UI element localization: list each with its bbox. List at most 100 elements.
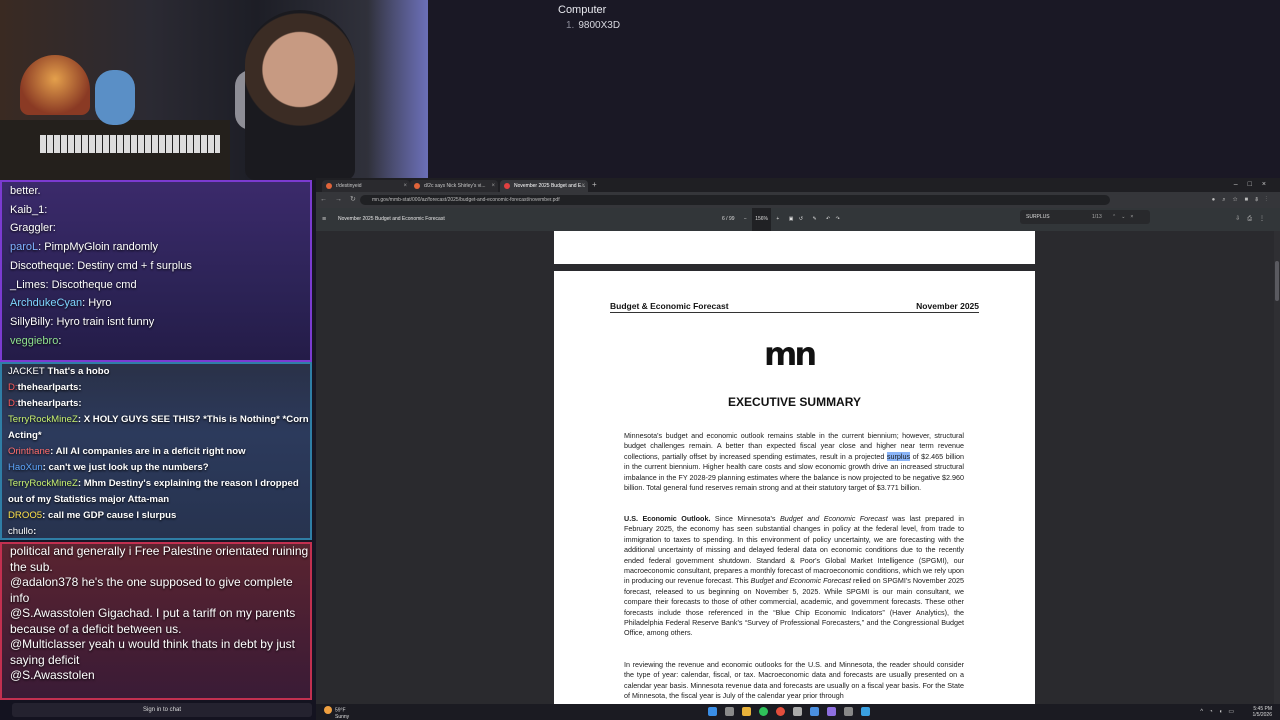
chat-panel-2[interactable]: JACKET That's a hobo D:thehearlparts: D:th… xyxy=(0,362,312,540)
weather-widget[interactable]: 59°F Sunny xyxy=(324,706,349,720)
chat-username[interactable]: Orinthane xyxy=(8,446,50,457)
chat-username[interactable]: Kaib_1 xyxy=(10,204,44,216)
draw-icon[interactable]: ✎ xyxy=(812,216,816,222)
chat-username[interactable]: paroL xyxy=(10,241,38,253)
chat-text: better. xyxy=(10,185,41,197)
chat-text: : call me GDP cause I slurpus xyxy=(42,510,177,521)
browser-window: r/destinyeid × d/2c says Nick Shirley's … xyxy=(316,178,1280,704)
back-icon[interactable]: ← xyxy=(320,196,335,203)
chat-username[interactable]: TerryRockMineZ xyxy=(8,414,78,425)
pdf-viewer[interactable]: Budget & Economic Forecast November 2025… xyxy=(316,231,1280,704)
p2-text-c: relied on SPGMI's November 2025 forecast… xyxy=(624,576,964,638)
settings-icon[interactable] xyxy=(793,707,802,716)
chat-username[interactable]: @Multiclasser xyxy=(10,637,86,651)
close-icon[interactable]: × xyxy=(403,180,407,192)
paragraph-3: In reviewing the revenue and economic ou… xyxy=(624,660,964,701)
minimize-icon[interactable]: – xyxy=(1234,181,1248,188)
chat-panel-3[interactable]: political and generally i Free Palestine… xyxy=(0,542,312,700)
header-left: Budget & Economic Forecast xyxy=(610,301,729,311)
chat-username[interactable]: TerryRockMineZ xyxy=(8,478,78,489)
network-icon[interactable]: ◔ xyxy=(1209,709,1219,715)
close-window-icon[interactable]: × xyxy=(1262,181,1276,188)
sidebar-menu-icon[interactable]: ≡ xyxy=(322,208,326,231)
volume-icon[interactable]: ◖ xyxy=(1219,709,1229,715)
task-view-icon[interactable] xyxy=(725,707,734,716)
bookmark-icon[interactable]: ☆ xyxy=(1233,197,1245,203)
scroll-thumb[interactable] xyxy=(1275,261,1279,301)
app-icon[interactable] xyxy=(810,707,819,716)
scrollbar[interactable] xyxy=(1274,231,1280,704)
redo-icon[interactable]: ↷ xyxy=(836,216,840,222)
forward-icon[interactable]: → xyxy=(335,196,350,203)
chat-footer: Sign in to chat xyxy=(0,700,316,720)
extension-icon[interactable]: ■ xyxy=(1244,197,1255,203)
minnesota-logo: mn xyxy=(764,335,817,373)
menu-icon[interactable]: ⋮ xyxy=(1265,197,1274,203)
chat-username[interactable]: ArchdukeCyan xyxy=(10,297,82,309)
chat-username[interactable]: HaoXun xyxy=(8,462,43,473)
chat-username[interactable]: D: xyxy=(8,382,18,393)
find-close-icon[interactable]: × xyxy=(1130,214,1138,220)
undo-icon[interactable]: ↶ xyxy=(826,216,830,222)
print-icon[interactable]: ⎙ xyxy=(1247,216,1259,222)
page-number-input[interactable]: 6 xyxy=(722,216,725,222)
app-icon[interactable] xyxy=(844,707,853,716)
figurine xyxy=(95,70,135,125)
chat-username[interactable]: Graggler xyxy=(10,222,53,234)
chat-username[interactable]: DROO5 xyxy=(8,510,42,521)
find-prev-icon[interactable]: ⌃ xyxy=(1112,214,1121,220)
previous-page xyxy=(554,231,1035,264)
zoom-icon[interactable]: ⌕ xyxy=(1222,197,1232,203)
sign-in-button[interactable]: Sign in to chat xyxy=(12,703,312,717)
chat-username[interactable]: JACKET xyxy=(8,366,45,377)
chat-username[interactable]: _Limes xyxy=(10,279,45,291)
chat-message: @S.Awasstolen Gigachad. I put a tariff o… xyxy=(2,606,310,637)
find-input[interactable]: SURPLUS xyxy=(1026,210,1050,224)
url-input[interactable]: mn.gov/mmb-stat/000/az/forecast/2025/bud… xyxy=(360,195,1110,205)
zoom-out-icon[interactable]: − xyxy=(744,216,747,222)
zoom-input[interactable]: 156% xyxy=(752,208,772,231)
tab-favicon-icon xyxy=(326,183,332,189)
chat-message: TerryRockMineZ: X HOLY GUYS SEE THIS? *T… xyxy=(2,412,310,444)
download-pdf-icon[interactable]: ⇩ xyxy=(1235,216,1247,222)
close-icon[interactable]: × xyxy=(581,180,585,192)
profile-icon[interactable]: ● xyxy=(1212,197,1223,203)
tray-arrow-icon[interactable]: ^ xyxy=(1200,709,1209,715)
chat-username[interactable]: veggiebro xyxy=(10,335,58,347)
chat-username[interactable]: D: xyxy=(8,398,18,409)
start-icon[interactable] xyxy=(708,707,717,716)
chat-text: : Discotheque cmd xyxy=(45,278,137,291)
chat-text: : can't we just look up the numbers? xyxy=(42,462,209,473)
chat-panel-1[interactable]: better. Kaib_1: Graggler: paroL: PimpMyGloi… xyxy=(0,180,312,362)
p2-heading: U.S. Economic Outlook. xyxy=(624,514,711,523)
tab-strip: r/destinyeid × d/2c says Nick Shirley's … xyxy=(316,178,1280,192)
app-icon[interactable] xyxy=(827,707,836,716)
close-icon[interactable]: × xyxy=(491,180,495,192)
chat-username[interactable]: @S.Awasstolen xyxy=(10,606,95,620)
rotate-icon[interactable]: ↺ xyxy=(799,216,803,222)
window-controls: –□× xyxy=(1234,178,1276,192)
chat-username[interactable]: SillyBilly xyxy=(10,316,50,328)
more-icon[interactable]: ⋮ xyxy=(1259,216,1272,222)
download-icon[interactable]: ⇩ xyxy=(1255,197,1265,203)
app-icon[interactable] xyxy=(861,707,870,716)
chat-username[interactable]: @adalon378 xyxy=(10,575,78,589)
chrome-icon[interactable] xyxy=(776,707,785,716)
fit-page-icon[interactable]: ▣ xyxy=(789,216,794,222)
chat-username[interactable]: Discotheque xyxy=(10,260,71,272)
search-highlight: surplus xyxy=(886,451,911,461)
zoom-in-icon[interactable]: + xyxy=(776,216,779,222)
tab-0[interactable]: r/destinyeid × xyxy=(322,180,410,192)
tab-1[interactable]: d/2c says Nick Shirley's vi... × xyxy=(410,180,498,192)
tab-2-active[interactable]: November 2025 Budget and E... × xyxy=(500,180,588,192)
extension-icons: ●⌕☆■⇩⋮ xyxy=(1212,192,1274,208)
battery-icon[interactable]: ▭ xyxy=(1228,709,1240,715)
new-tab-icon[interactable]: + xyxy=(592,178,597,192)
spotify-icon[interactable] xyxy=(759,707,768,716)
chat-username[interactable]: @S.Awasstolen xyxy=(10,668,95,682)
paragraph-1: Minnesota's budget and economic outlook … xyxy=(624,431,964,493)
chat-username[interactable]: chullo xyxy=(8,526,33,537)
clock[interactable]: 5:45 PM 1/5/2026 xyxy=(1253,706,1272,718)
maximize-icon[interactable]: □ xyxy=(1248,181,1262,188)
file-explorer-icon[interactable] xyxy=(742,707,751,716)
